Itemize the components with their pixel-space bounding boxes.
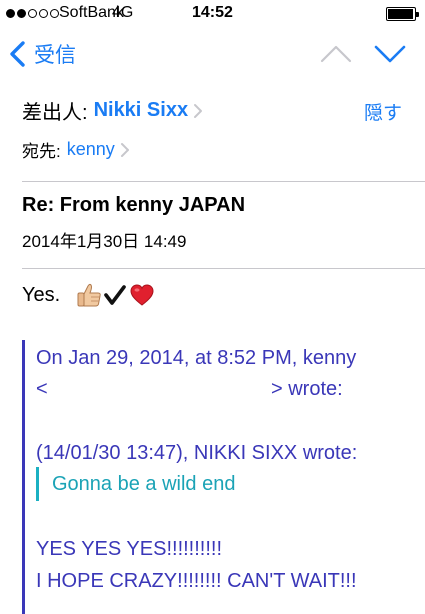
- message-greeting: Yes.: [22, 283, 61, 306]
- quote-attribution: (14/01/30 13:47), NIKKI SIXX wrote:: [36, 442, 358, 464]
- quote-wrote: > wrote:: [271, 378, 343, 400]
- sender-row: 差出人: Nikki Sixx: [22, 96, 204, 125]
- signal-dot: [50, 9, 59, 18]
- recipient-name-link[interactable]: kenny: [67, 139, 115, 160]
- heart-icon: [130, 284, 154, 306]
- recipient-label: 宛先:: [22, 142, 61, 161]
- hide-details-button[interactable]: 隠す: [364, 98, 402, 125]
- battery-nub: [416, 12, 419, 17]
- quote-line-yes: YES YES YES!!!!!!!!!!: [36, 538, 223, 560]
- signal-dot: [28, 9, 37, 18]
- back-to-inbox-button[interactable]: 受信: [8, 40, 76, 68]
- quote-header-line: On Jan 29, 2014, at 8:52 PM, kenny: [36, 347, 357, 369]
- status-time: 14:52: [192, 4, 233, 21]
- sender-name-link[interactable]: Nikki Sixx: [94, 99, 189, 122]
- signal-dot: [39, 9, 48, 18]
- chevron-left-icon: [10, 41, 25, 67]
- signal-dot: [6, 9, 15, 18]
- inner-quote-bar: [36, 467, 39, 501]
- header-divider: [22, 181, 425, 182]
- chevron-right-icon: [194, 103, 203, 118]
- recipient-row: 宛先: kenny: [22, 137, 131, 162]
- thumbs-up-icon: [77, 283, 101, 307]
- chevron-up-icon[interactable]: [319, 42, 353, 66]
- quote-line-hope: I HOPE CRAZY!!!!!!!! CAN'T WAIT!!!: [36, 570, 357, 592]
- email-date: 2014年1月30日 14:49: [22, 232, 187, 251]
- sender-label: 差出人:: [22, 102, 88, 124]
- status-bar: SoftBank 4G 14:52: [0, 0, 425, 28]
- network-type: 4G: [112, 4, 134, 21]
- subject-divider: [22, 268, 425, 269]
- message-first-line: Yes.: [22, 282, 154, 308]
- battery-icon: [386, 7, 419, 21]
- battery-level: [388, 9, 413, 19]
- signal-strength-icon: [6, 9, 59, 18]
- quote-email-open: <: [36, 378, 48, 400]
- back-label: 受信: [34, 44, 76, 67]
- check-mark-icon: [104, 285, 126, 305]
- navigation-bar: 受信: [0, 28, 425, 82]
- chevron-down-icon[interactable]: [373, 42, 407, 66]
- chevron-right-icon: [120, 142, 129, 157]
- signal-dot: [17, 9, 26, 18]
- quote-bar: [22, 340, 25, 614]
- inner-quote-text: Gonna be a wild end: [52, 473, 236, 495]
- email-subject: Re: From kenny JAPAN: [22, 194, 246, 216]
